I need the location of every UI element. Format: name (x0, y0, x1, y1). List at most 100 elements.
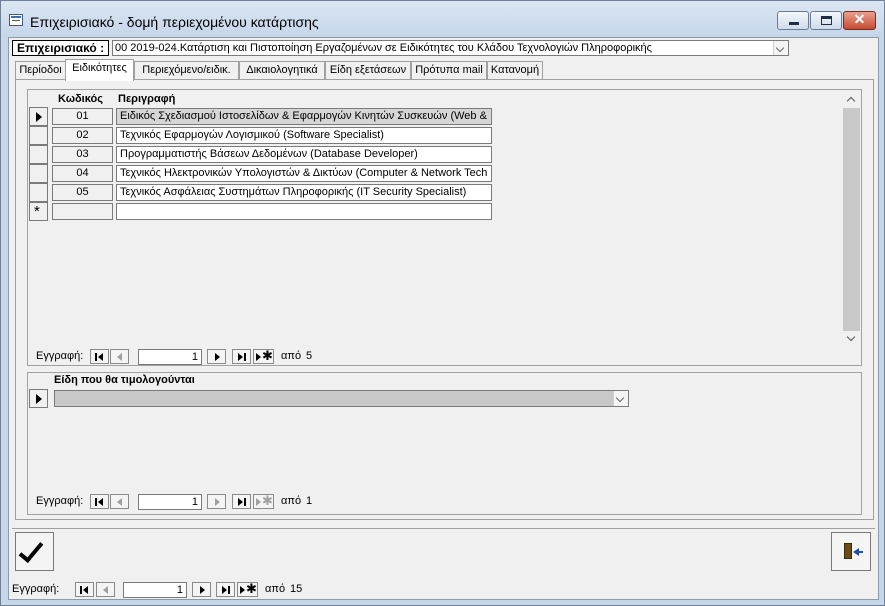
record-number-field[interactable]: 1 (138, 349, 202, 365)
record-of-label: από (281, 350, 302, 362)
close-button[interactable]: ✕ (843, 11, 876, 30)
exit-door-icon (844, 543, 852, 559)
form-client: Επιχειρισιακό : 00 2019-024.Κατάρτιση κα… (8, 37, 879, 600)
new-record-button[interactable]: ✱ (237, 581, 258, 597)
project-combo-value: 00 2019-024.Κατάρτιση και Πιστοποίηση Ερ… (115, 42, 652, 54)
description-cell[interactable]: Τεχνικός Εφαρμογών Λογισμικού (Software … (116, 127, 492, 144)
description-cell[interactable]: Ειδικός Σχεδιασμού Ιστοσελίδων & Εφαρμογ… (116, 108, 492, 125)
minimize-icon (789, 22, 799, 25)
code-cell[interactable]: 04 (52, 165, 113, 182)
billing-types-header: Είδη που θα τιμολογούνται (54, 374, 195, 386)
column-header-description: Περιγραφή (118, 93, 176, 105)
combo-dropdown-button[interactable] (773, 41, 788, 55)
record-label: Εγγραφή: (36, 350, 84, 362)
specialties-subform: Κωδικός Περιγραφή 01 Ειδικός Σχεδιασμού … (27, 89, 862, 366)
description-cell[interactable]: Προγραμματιστής Βάσεων Δεδομένων (Databa… (116, 146, 492, 163)
billing-type-combo[interactable] (54, 390, 629, 407)
first-record-icon (98, 498, 103, 506)
next-record-button[interactable] (192, 582, 211, 597)
project-combo[interactable]: 00 2019-024.Κατάρτιση και Πιστοποίηση Ερ… (112, 40, 789, 56)
code-cell[interactable]: 03 (52, 146, 113, 163)
next-record-icon (215, 498, 220, 506)
maximize-button[interactable] (810, 11, 842, 30)
chevron-up-icon (846, 96, 856, 106)
last-record-icon (238, 353, 243, 361)
record-total: 1 (306, 495, 313, 507)
window-title: Επιχειρισιακό - δομή περιεχομένου κατάρτ… (30, 14, 319, 30)
last-record-button[interactable] (232, 349, 251, 364)
last-record-icon (222, 586, 227, 594)
next-record-icon (215, 353, 220, 361)
description-cell[interactable]: Τεχνικός Ασφάλειας Συστημάτων Πληροφορικ… (116, 184, 492, 201)
record-selector[interactable] (29, 389, 48, 408)
scroll-down-button[interactable] (843, 331, 860, 347)
next-record-button[interactable] (207, 349, 226, 364)
title-bar: Επιχειρισιακό - δομή περιεχομένου κατάρτ… (1, 1, 884, 37)
tab-allocation[interactable]: Κατανομή (487, 61, 543, 80)
new-record-button[interactable]: ✱ (253, 493, 274, 509)
first-record-button[interactable] (90, 494, 109, 509)
exit-button[interactable] (831, 532, 871, 571)
prev-record-icon (103, 586, 108, 594)
next-record-icon (200, 586, 205, 594)
code-cell[interactable]: 02 (52, 127, 113, 144)
prev-record-icon (117, 353, 122, 361)
prev-record-button[interactable] (110, 494, 129, 509)
record-number-field[interactable]: 1 (123, 582, 187, 598)
record-of-label: από (265, 583, 286, 595)
next-record-button[interactable] (207, 494, 226, 509)
code-cell[interactable] (52, 203, 113, 220)
first-record-button[interactable] (75, 582, 94, 597)
ok-button[interactable] (15, 532, 54, 571)
record-number-field[interactable]: 1 (138, 494, 202, 510)
first-record-button[interactable] (90, 349, 109, 364)
code-cell[interactable]: 01 (52, 108, 113, 125)
scroll-up-button[interactable] (843, 92, 860, 108)
tab-exam-types[interactable]: Είδη εξετάσεων (325, 61, 411, 80)
column-header-code: Κωδικός (58, 93, 103, 105)
maximize-icon (821, 16, 832, 25)
new-record-icon: ✱ (262, 348, 273, 363)
new-record-button[interactable]: ✱ (253, 348, 274, 364)
new-record-icon: * (34, 203, 40, 220)
new-record-icon: ✱ (246, 581, 257, 596)
last-record-button[interactable] (232, 494, 251, 509)
record-selector[interactable] (29, 107, 48, 126)
record-selector[interactable] (29, 183, 48, 202)
last-record-icon (238, 498, 243, 506)
vertical-scrollbar[interactable] (843, 92, 860, 347)
tab-periods[interactable]: Περίοδοι (15, 61, 66, 80)
description-cell[interactable]: Τεχνικός Ηλεκτρονικών Υπολογιστών & Δικτ… (116, 165, 492, 182)
record-of-label: από (281, 495, 302, 507)
tab-mail-templates[interactable]: Πρότυπα mail (411, 61, 487, 80)
chevron-down-icon (615, 393, 625, 403)
record-navigator: Εγγραφή: 1 ✱ από 1 (36, 493, 336, 510)
description-cell[interactable] (116, 203, 492, 220)
record-selector[interactable] (29, 164, 48, 183)
new-record-selector[interactable]: * (29, 202, 48, 221)
record-navigator: Εγγραφή: 1 ✱ από 5 (36, 348, 336, 365)
tab-specialties[interactable]: Ειδικότητες (65, 59, 134, 81)
chevron-down-icon (775, 43, 785, 53)
record-selector[interactable] (29, 145, 48, 164)
prev-record-button[interactable] (110, 349, 129, 364)
code-cell[interactable]: 05 (52, 184, 113, 201)
main-window: Επιχειρισιακό - δομή περιεχομένου κατάρτ… (0, 0, 885, 606)
record-label: Εγγραφή: (12, 583, 60, 595)
tab-documents[interactable]: Δικαιολογητικά (239, 61, 325, 80)
combo-dropdown-button[interactable] (613, 391, 628, 406)
record-total: 15 (290, 583, 303, 595)
record-selector[interactable] (29, 126, 48, 145)
minimize-button[interactable] (777, 11, 809, 30)
last-record-button[interactable] (216, 582, 235, 597)
form-footer (12, 528, 875, 576)
new-record-icon: ✱ (262, 493, 273, 508)
chevron-down-icon (846, 332, 856, 342)
tab-content[interactable]: Περιεχόμενο/ειδικ. (134, 61, 239, 80)
billing-types-subform: Είδη που θα τιμολογούνται Εγγραφή: 1 ✱ α… (27, 372, 862, 515)
first-record-icon (83, 586, 88, 594)
record-label: Εγγραφή: (36, 495, 84, 507)
form-icon (9, 14, 23, 26)
prev-record-button[interactable] (96, 582, 115, 597)
tab-panel-specialties: Κωδικός Περιγραφή 01 Ειδικός Σχεδιασμού … (15, 79, 874, 520)
